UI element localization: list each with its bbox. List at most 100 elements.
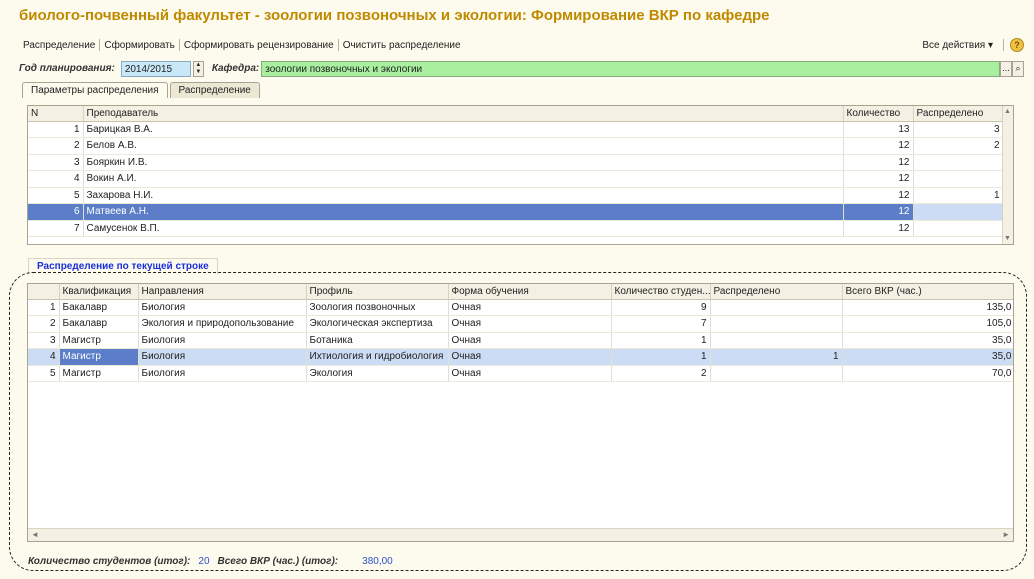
profile-cell: Ботаника (306, 332, 449, 349)
help-icon[interactable]: ? (1010, 38, 1024, 52)
row-number: 1 (28, 299, 60, 316)
col-header-distributed[interactable]: Распределено (913, 106, 1004, 122)
row-number: 5 (28, 187, 84, 204)
table-row-selected[interactable]: 4 Магистр Биология Ихтиология и гидробиолог… (28, 348, 1013, 366)
teacher-name: Белов А.В. (83, 137, 844, 155)
students-count-cell: 1 (611, 348, 711, 366)
table-row-selected[interactable]: 6 Матвеев А.Н. 12 (28, 203, 1004, 221)
table-header: Квалификация Направления Профиль Форма о… (28, 284, 1013, 300)
tab-distribution[interactable]: Распределение (169, 82, 260, 98)
distributed-cell (710, 299, 843, 316)
row-number: 4 (28, 348, 60, 366)
year-label: Год планирования: (19, 63, 115, 74)
distribution-table: Квалификация Направления Профиль Форма о… (27, 283, 1014, 542)
qualification-cell[interactable]: Магистр (59, 348, 139, 366)
profile-cell: Экология (306, 365, 449, 382)
spin-down-icon[interactable]: ▼ (194, 69, 203, 76)
col-header-study-form[interactable]: Форма обучения (448, 284, 612, 300)
table-row[interactable]: 5 Захарова Н.И. 12 1 (28, 187, 1004, 204)
count-cell: 12 (843, 170, 914, 188)
scroll-left-icon[interactable]: ◄ (31, 530, 39, 539)
col-header-count[interactable]: Количество (843, 106, 914, 122)
study-form-cell: Очная (448, 299, 612, 316)
col-header-profile[interactable]: Профиль (306, 284, 449, 300)
profile-cell: Экологическая экспертиза (306, 315, 449, 333)
row-number: 6 (28, 203, 84, 221)
select-button[interactable]: ... (1000, 60, 1012, 77)
command-bar: Распределение Сформировать Сформировать … (19, 36, 1024, 54)
table-row[interactable]: 3 Магистр Биология Ботаника Очная 1 35,0 (28, 332, 1013, 349)
students-count-cell: 9 (611, 299, 711, 316)
scroll-right-icon[interactable]: ► (1002, 530, 1010, 539)
direction-cell: Биология (138, 365, 307, 382)
count-cell: 12 (843, 220, 914, 237)
clear-distribution-button[interactable]: Очистить распределение (339, 40, 465, 51)
col-header-n[interactable] (28, 284, 60, 300)
teacher-name: Самусенок В.П. (83, 220, 844, 237)
table-row[interactable]: 2 Белов А.В. 12 2 (28, 137, 1004, 155)
direction-cell: Экология и природопользование (138, 315, 307, 333)
current-row-distribution-label: Распределение по текущей строке (28, 258, 218, 274)
spin-up-icon[interactable]: ▲ (194, 62, 203, 69)
total-vkr-cell: 135,0 (842, 299, 1013, 316)
year-field[interactable]: 2014/2015 (120, 60, 191, 77)
year-spinner[interactable]: ▲ ▼ (192, 60, 204, 77)
col-header-total-vkr[interactable]: Всего ВКР (час.) (842, 284, 1013, 300)
col-header-distributed[interactable]: Распределено (710, 284, 843, 300)
scroll-up-icon[interactable]: ▲ (1004, 108, 1011, 115)
row-number: 5 (28, 365, 60, 382)
teacher-name: Вокин А.И. (83, 170, 844, 188)
table-row[interactable]: 1 Барицкая В.А. 13 3 (28, 121, 1004, 138)
count-cell: 13 (843, 121, 914, 138)
col-header-n[interactable]: N (28, 106, 84, 122)
all-actions-menu[interactable]: Все действия ▾ (918, 40, 997, 51)
distributed-cell[interactable] (913, 203, 1004, 221)
distributed-cell (710, 315, 843, 333)
students-count-cell: 7 (611, 315, 711, 333)
row-number: 7 (28, 220, 84, 237)
distributed-cell: 1 (710, 348, 843, 366)
search-icon[interactable]: ⌕ (1012, 60, 1024, 77)
scroll-down-icon[interactable]: ▼ (1004, 235, 1011, 242)
distributed-cell (913, 154, 1004, 171)
total-vkr-cell: 105,0 (842, 315, 1013, 333)
direction-cell: Биология (138, 299, 307, 316)
profile-cell: Ихтиология и гидробиология (306, 348, 449, 366)
table-row[interactable]: 5 Магистр Биология Экология Очная 2 70,0 (28, 365, 1013, 382)
qualification-cell: Бакалавр (59, 299, 139, 316)
distributed-cell (913, 220, 1004, 237)
table-row[interactable]: 2 Бакалавр Экология и природопользование Эк… (28, 315, 1013, 333)
col-header-teacher[interactable]: Преподаватель (83, 106, 844, 122)
distribution-hscrollbar[interactable]: ◄ ► (28, 528, 1013, 541)
direction-cell: Биология (138, 348, 307, 366)
distribute-button[interactable]: Распределение (19, 40, 99, 51)
vkr-total-label: Всего ВКР (час.) (итог): (217, 555, 339, 567)
col-header-students-count[interactable]: Количество студен... (611, 284, 711, 300)
distributed-cell (710, 365, 843, 382)
distributed-cell (913, 170, 1004, 188)
tab-distribution-params[interactable]: Параметры распределения (22, 82, 168, 98)
col-header-qualification[interactable]: Квалификация (59, 284, 139, 300)
totals-bar: Количество студентов (итог): 20 Всего ВК… (28, 554, 393, 568)
teacher-name: Матвеев А.Н. (83, 203, 844, 221)
direction-cell: Биология (138, 332, 307, 349)
table-row[interactable]: 3 Бояркин И.В. 12 (28, 154, 1004, 171)
table-row[interactable]: 1 Бакалавр Биология Зоология позвоночных Очн… (28, 299, 1013, 316)
kafedra-field[interactable]: зоологии позвоночных и экологии (261, 60, 1000, 77)
total-vkr-cell: 70,0 (842, 365, 1013, 382)
table-row[interactable]: 7 Самусенок В.П. 12 (28, 220, 1004, 237)
row-number: 3 (28, 332, 60, 349)
count-cell: 12 (843, 187, 914, 204)
generate-button[interactable]: Сформировать (100, 40, 179, 51)
teachers-vscrollbar[interactable]: ▲ ▼ (1002, 106, 1013, 244)
kafedra-label: Кафедра: (211, 63, 260, 74)
col-header-direction[interactable]: Направления (138, 284, 307, 300)
row-number: 3 (28, 154, 84, 171)
generate-review-button[interactable]: Сформировать рецензирование (180, 40, 338, 51)
students-total-label: Количество студентов (итог): (28, 555, 191, 567)
qualification-cell: Магистр (59, 332, 139, 349)
table-row[interactable]: 4 Вокин А.И. 12 (28, 170, 1004, 188)
row-number: 2 (28, 315, 60, 333)
row-number: 4 (28, 170, 84, 188)
students-count-cell: 1 (611, 332, 711, 349)
